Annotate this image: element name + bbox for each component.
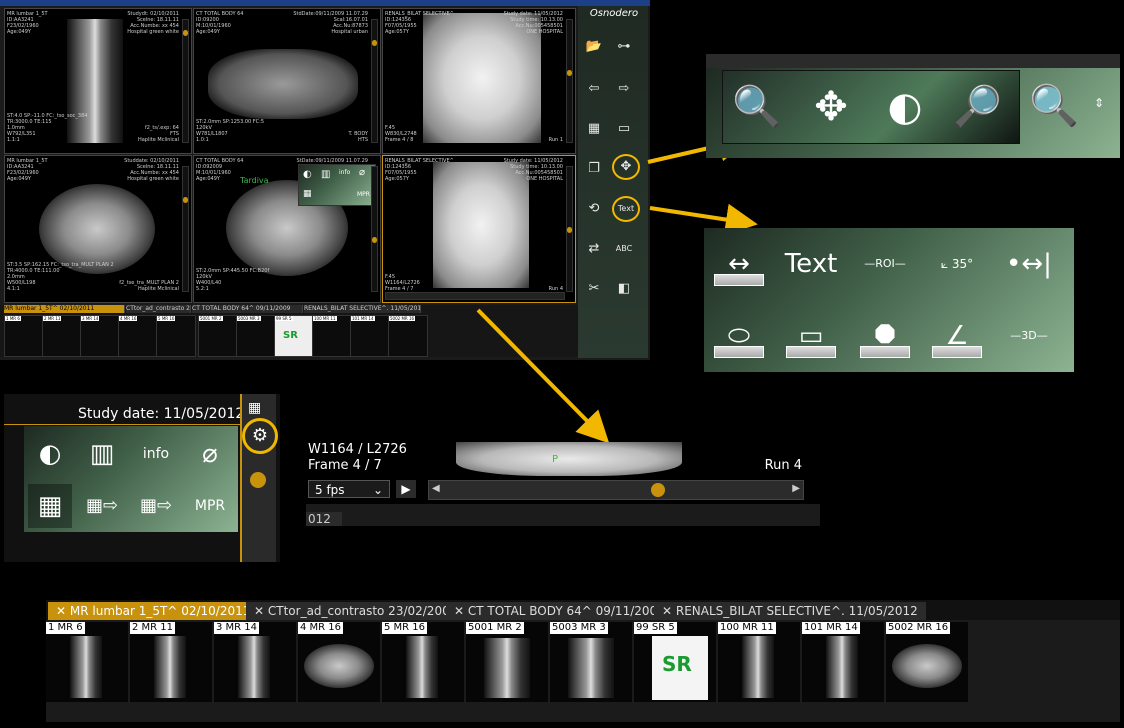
series-browser: ✕ MR lumbar 1_5T^ 02/10/2011 ✕ CTtor_ad_… xyxy=(46,600,1120,722)
roi-zoom-icon[interactable]: 🔎 xyxy=(947,77,1007,137)
display-tools-group: ◐ ▥ info ⌀ ▦ ▦⇨ ▦⇨ MPR xyxy=(24,426,238,532)
3d-cursor-button[interactable]: —3D— xyxy=(998,308,1060,364)
roi-crosshair-button[interactable]: —ROI— xyxy=(854,236,916,292)
series-thumb[interactable]: 101 MR 14 xyxy=(802,622,884,702)
sync-icon[interactable]: ▦⇨ xyxy=(80,484,124,528)
series-thumb[interactable]: 1 MR 6 xyxy=(46,622,128,702)
series-thumb[interactable]: 5002 MR 16 xyxy=(886,622,968,702)
study-tab[interactable]: ✕ CT TOTAL BODY 64^ 09/11/2009 xyxy=(446,602,673,620)
series-thumb[interactable]: 5001 MR 2 xyxy=(466,622,548,702)
study-tab[interactable]: ✕ MR lumbar 1_5T^ 02/10/2011 xyxy=(48,602,259,620)
series-thumb[interactable]: 100 MR 11 xyxy=(718,622,800,702)
series-thumb[interactable]: 4 MR 16 xyxy=(298,622,380,702)
frame-counter: Frame 4 / 7 xyxy=(308,458,382,473)
rectangle-roi-icon[interactable]: ▭ xyxy=(780,308,842,364)
series-thumb[interactable]: 2 MR 11 xyxy=(130,622,212,702)
layout-icon[interactable]: ▦ xyxy=(28,484,72,528)
orientation-marker: P xyxy=(552,454,559,465)
text-annotation-button[interactable]: Text xyxy=(780,236,842,292)
angle-tool-button[interactable]: ⟀ 35° xyxy=(926,236,988,292)
series-thumb[interactable]: 5 MR 16 xyxy=(382,622,464,702)
ellipse-roi-icon[interactable]: ⬭ xyxy=(708,308,770,364)
window-level: W1164 / L2726 xyxy=(308,442,407,457)
study-tab[interactable]: ✕ RENALS_BILAT SELECTIVE^. 11/05/2012 xyxy=(654,602,926,620)
zoom-icon[interactable]: 🔍 xyxy=(727,77,787,137)
polygon-roi-icon[interactable]: ⯃ xyxy=(854,308,916,364)
angle-ruler-icon[interactable]: ∠ xyxy=(926,308,988,364)
series-thumb[interactable]: 3 MR 14 xyxy=(214,622,296,702)
sr-badge: SR xyxy=(662,652,692,676)
fps-select[interactable]: 5 fps ⌄ xyxy=(308,480,390,498)
mpr-button[interactable]: MPR xyxy=(188,484,232,528)
slider-right-icon[interactable]: ▶ xyxy=(792,483,800,494)
series-thumb[interactable]: 5003 MR 3 xyxy=(550,622,632,702)
sync-alt-icon[interactable]: ▦⇨ xyxy=(134,484,178,528)
gear-icon[interactable]: ⚙ xyxy=(242,418,278,454)
study-tab[interactable]: ✕ CTtor_ad_contrasto 23/02/2009 xyxy=(246,602,466,620)
settings-scrollbar[interactable]: ▦ ⚙ xyxy=(240,394,278,562)
frame-slider[interactable]: ◀ ▶ xyxy=(428,480,804,500)
window-level-icon[interactable]: ◐ xyxy=(875,77,935,137)
run-label: Run 4 xyxy=(764,458,802,473)
slider-thumb[interactable] xyxy=(651,483,665,497)
pan-icon[interactable]: ✥ xyxy=(801,77,861,137)
study-date: Study date: 11/05/2012 xyxy=(78,406,245,422)
chevron-updown-icon[interactable]: ⇕ xyxy=(1094,96,1104,110)
play-button[interactable]: ▶ xyxy=(396,480,416,498)
chevron-down-icon: ⌄ xyxy=(372,483,383,497)
ruler-icon[interactable]: ↔ xyxy=(708,236,770,292)
study-tab-partial[interactable]: 012 xyxy=(306,512,342,526)
slider-left-icon[interactable]: ◀ xyxy=(432,483,440,494)
zoom-tools-group: 🔍 ✥ ◐ 🔎 xyxy=(722,70,1020,144)
attach-icon[interactable]: ⌀ xyxy=(188,432,232,476)
scroll-thumb[interactable] xyxy=(250,472,266,488)
zoom-dropdown-icon[interactable]: 🔍 xyxy=(1024,76,1084,136)
distance-marker-icon[interactable]: •↔| xyxy=(998,236,1060,292)
series-thumb-sr[interactable]: 99 SR 5 SR xyxy=(634,622,716,702)
film-icon[interactable]: ▥ xyxy=(80,432,124,476)
measurement-tools-panel: ↔ Text —ROI— ⟀ 35° •↔| ⬭ ▭ ⯃ ∠ —3D— xyxy=(704,228,1074,372)
contrast-icon[interactable]: ◐ xyxy=(28,432,72,476)
grid-icon[interactable]: ▦ xyxy=(248,400,268,418)
cine-control-panel: W1164 / L2726 Frame 4 / 7 P Run 4 5 fps ⌄… xyxy=(306,442,820,526)
info-button[interactable]: info xyxy=(134,432,178,476)
